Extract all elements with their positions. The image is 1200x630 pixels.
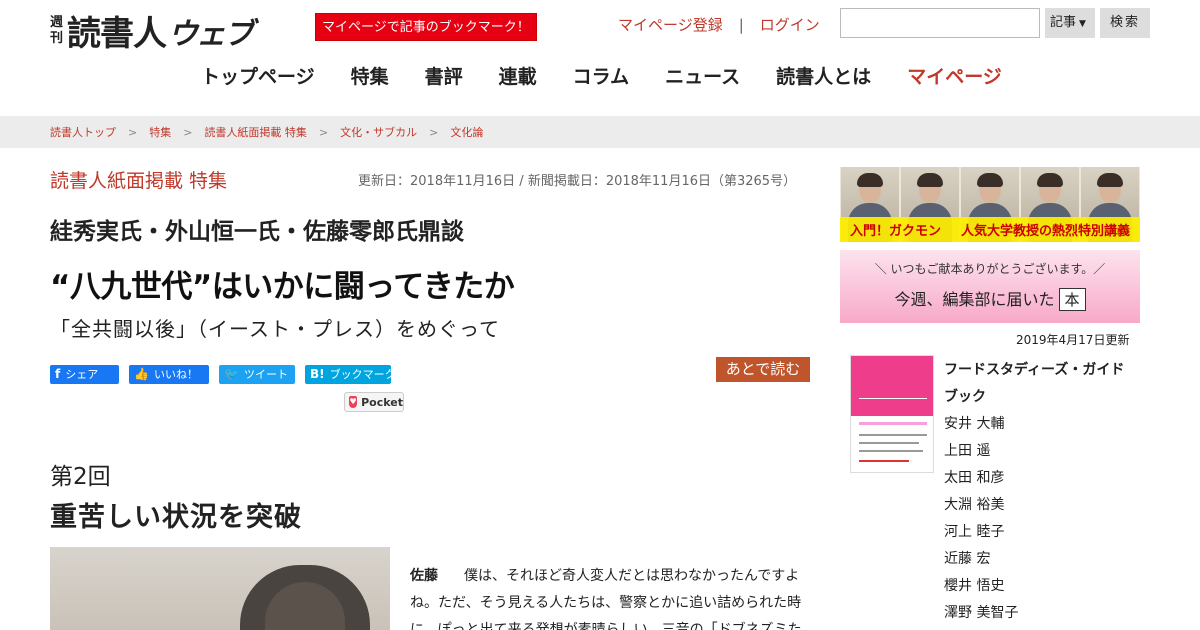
- book-author[interactable]: 上田 遥: [944, 438, 1134, 465]
- book-author[interactable]: 澤野 美智子: [944, 600, 1134, 627]
- book-cover-band: [851, 356, 933, 416]
- book-badge: 本: [1058, 288, 1086, 311]
- article-dates: 更新日：2018年11月16日 / 新聞掲載日：2018年11月16日（第326…: [358, 174, 797, 189]
- book-author[interactable]: 太田 和彦: [944, 465, 1134, 492]
- logo-dokushojin: 読書人: [67, 14, 167, 54]
- link-separator: |: [738, 15, 744, 34]
- nav-about[interactable]: 読書人とは: [776, 62, 871, 89]
- book-cover-line: [859, 422, 927, 425]
- article-section-label[interactable]: 読書人紙面掲載 特集: [50, 166, 227, 193]
- received-books-banner-text: 今週、編集部に届いた: [894, 290, 1055, 309]
- breadcrumb-paper-feature[interactable]: 読書人紙面掲載 特集: [204, 124, 307, 140]
- pocket-icon: ♥: [349, 396, 358, 408]
- thumbs-up-icon: 👍: [134, 367, 149, 381]
- search-input[interactable]: [840, 8, 1040, 38]
- chevron-right-icon: >: [318, 125, 329, 139]
- breadcrumb-culture-theory[interactable]: 文化論: [450, 124, 483, 140]
- logo-weekly: 週 刊: [50, 15, 63, 47]
- read-later-button[interactable]: あとで読む: [716, 357, 810, 382]
- book-author[interactable]: 安井 大輔: [944, 411, 1134, 438]
- logo-weekly-1: 週: [50, 14, 64, 30]
- chevron-right-icon: >: [183, 125, 193, 139]
- article-subtitle: 絓秀実氏・外山恒一氏・佐藤零郎氏鼎談: [50, 219, 464, 245]
- facebook-like-label: いいね！: [153, 368, 198, 381]
- nav-mypage[interactable]: マイページ: [907, 62, 1002, 89]
- tweet-label: ツイート: [243, 368, 288, 381]
- site-header: 週 刊 読書人 ウェブ マイページで記事のブックマーク！ マイページ登録 | ロ…: [0, 0, 1200, 116]
- book-info: フードスタディーズ・ガイドブック 安井 大輔 上田 遥 太田 和彦 大淵 裕美 …: [944, 357, 1134, 627]
- article-body-text: 僕は、それほど奇人変人だとは思わなかったんですよね。ただ、そう見える人たちは、警…: [410, 568, 802, 630]
- book-author[interactable]: 河上 睦子: [944, 519, 1134, 546]
- banner-caption-left: 入門！ガクモン: [849, 224, 941, 239]
- article-title: “八九世代”はいかに闘ってきたか: [50, 269, 515, 305]
- pocket-label: Pocket: [361, 395, 403, 409]
- breadcrumb-culture[interactable]: 文化・サブカル: [340, 124, 417, 140]
- chevron-right-icon: >: [128, 125, 138, 139]
- mypage-register-link[interactable]: マイページ登録: [618, 14, 723, 35]
- nav-serial[interactable]: 連載: [499, 62, 537, 89]
- tweet-button[interactable]: 🐦 ツイート: [219, 365, 295, 384]
- breadcrumb-feature[interactable]: 特集: [149, 124, 171, 140]
- book-cover-line: [859, 460, 909, 462]
- nav-top[interactable]: トップページ: [201, 62, 315, 89]
- chapter-number: 第2回: [50, 464, 111, 490]
- facebook-icon: f: [55, 367, 61, 381]
- sidebar-updated-date: 2019年4月17日更新: [1016, 333, 1130, 347]
- share-buttons: f シェア 👍 いいね！ 🐦 ツイート B! ブックマーク: [50, 365, 401, 384]
- book-cover-line: [859, 450, 923, 452]
- logo-web: ウェブ: [168, 16, 254, 52]
- gakumon-banner[interactable]: 入門！ガクモン 人気大学教授の熱烈特別講義: [840, 167, 1140, 242]
- received-books-banner[interactable]: ＼ いつもご献本ありがとうございます。／ 今週、編集部に届いた本: [840, 250, 1140, 323]
- twitter-bird-icon: 🐦: [224, 367, 239, 381]
- nav-column[interactable]: コラム: [573, 62, 629, 89]
- book-author[interactable]: 櫻井 悟史: [944, 573, 1134, 600]
- book-cover-line: [859, 398, 927, 404]
- chevron-right-icon: >: [429, 125, 439, 139]
- nav-news[interactable]: ニュース: [665, 62, 740, 89]
- login-link[interactable]: ログイン: [760, 14, 820, 35]
- article-photo: [50, 547, 390, 630]
- received-books-banner-main: 今週、編集部に届いた本: [840, 286, 1140, 311]
- site-logo[interactable]: 週 刊 読書人 ウェブ: [50, 6, 254, 55]
- book-cover-line: [859, 434, 927, 436]
- book-author[interactable]: 近藤 宏: [944, 546, 1134, 573]
- book-cover-line: [859, 442, 919, 444]
- facebook-like-button[interactable]: 👍 いいね！: [129, 365, 209, 384]
- search-type-value: 記事: [1050, 15, 1077, 30]
- speaker-name: 佐藤: [410, 568, 438, 584]
- hatena-bookmark-label: ブックマーク: [329, 368, 396, 381]
- search-type-select[interactable]: 記事 ▼: [1045, 8, 1095, 38]
- mypage-bookmark-promo[interactable]: マイページで記事のブックマーク！: [315, 13, 537, 41]
- main-nav: トップページ 特集 書評 連載 コラム ニュース 読書人とは マイページ: [201, 62, 1038, 89]
- nav-review[interactable]: 書評: [425, 62, 463, 89]
- banner-caption: 入門！ガクモン 人気大学教授の熱烈特別講義: [840, 217, 1140, 242]
- banner-caption-right: 人気大学教授の熱烈特別講義: [960, 224, 1130, 239]
- logo-weekly-2: 刊: [50, 30, 64, 46]
- account-links: マイページ登録 | ログイン: [618, 14, 820, 35]
- book-author[interactable]: 大淵 裕美: [944, 492, 1134, 519]
- pocket-button[interactable]: ♥ Pocket: [344, 392, 404, 412]
- facebook-share-button[interactable]: f シェア: [50, 365, 119, 384]
- breadcrumb: 読書人トップ > 特集 > 読書人紙面掲載 特集 > 文化・サブカル > 文化論: [0, 116, 1200, 148]
- hatena-bookmark-button[interactable]: B! ブックマーク: [305, 365, 396, 384]
- book-cover[interactable]: [850, 355, 934, 473]
- chapter-title: 重苦しい状況を突破: [50, 502, 302, 533]
- article-lead: 「全共闘以後」（イースト・プレス）をめぐって: [50, 317, 500, 341]
- search-button[interactable]: 検索: [1100, 8, 1150, 38]
- hatena-icon: B!: [310, 367, 325, 381]
- nav-feature[interactable]: 特集: [351, 62, 389, 89]
- caret-down-icon: ▼: [1079, 19, 1086, 29]
- breadcrumb-top[interactable]: 読書人トップ: [50, 124, 116, 140]
- received-books-banner-top: ＼ いつもご献本ありがとうございます。／: [874, 262, 1106, 276]
- book-title[interactable]: フードスタディーズ・ガイドブック: [944, 357, 1134, 411]
- article-body: 佐藤 僕は、それほど奇人変人だとは思わなかったんですよね。ただ、そう見える人たちは…: [410, 563, 810, 630]
- facebook-share-label: シェア: [65, 368, 99, 381]
